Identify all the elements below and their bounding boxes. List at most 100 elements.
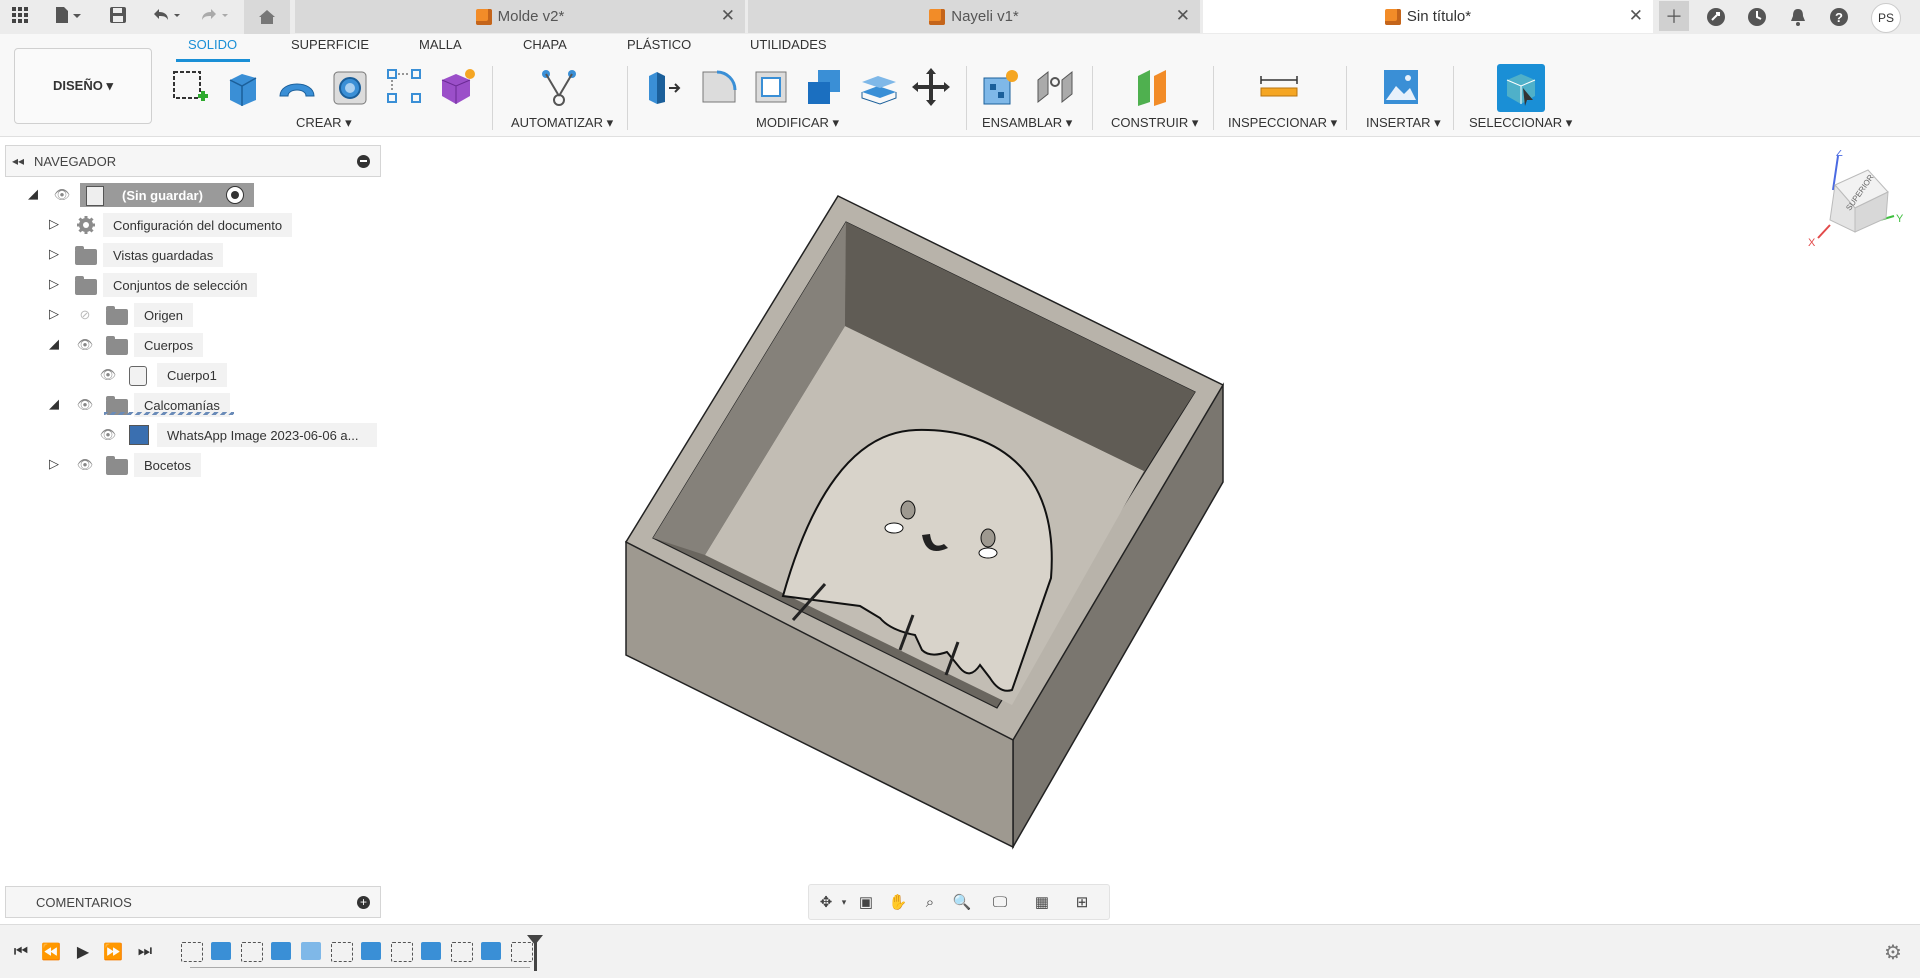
browser-header[interactable]: ◂◂ NAVEGADOR xyxy=(5,145,381,177)
group-automatizar[interactable]: AUTOMATIZAR ▾ xyxy=(511,115,613,131)
timeline-settings-gear-icon[interactable]: ⚙ xyxy=(1882,941,1904,964)
activate-radio-icon[interactable] xyxy=(226,186,244,204)
step-forward-icon[interactable]: ⏩ xyxy=(102,941,124,963)
timeline-extrude-feature[interactable] xyxy=(361,942,381,960)
document-tab-nayeli[interactable]: Nayeli v1* ✕ xyxy=(748,0,1200,33)
timeline-extrude-feature[interactable] xyxy=(211,942,231,960)
app-grid-icon[interactable] xyxy=(8,0,32,30)
look-at-icon[interactable]: ▣ xyxy=(855,892,877,912)
select-icon[interactable] xyxy=(1497,64,1545,112)
timeline-extrude-feature[interactable] xyxy=(481,942,501,960)
new-tab-plus-icon[interactable]: ＋ xyxy=(1659,1,1689,31)
group-inspeccionar[interactable]: INSPECCIONAR ▾ xyxy=(1228,115,1337,131)
tab-solido[interactable]: SOLIDO xyxy=(188,37,237,52)
combine-icon[interactable] xyxy=(804,66,846,108)
visibility-eye-icon[interactable]: 👁 xyxy=(53,187,71,202)
timeline-sketch-feature[interactable] xyxy=(391,942,413,962)
step-back-icon[interactable]: ⏪ xyxy=(40,941,62,963)
tab-superficie[interactable]: SUPERFICIE xyxy=(291,37,369,52)
offset-plane-icon[interactable] xyxy=(1132,66,1174,108)
close-icon[interactable]: ✕ xyxy=(1629,6,1643,26)
save-icon[interactable] xyxy=(106,0,130,30)
notifications-bell-icon[interactable] xyxy=(1784,3,1812,31)
fit-window-icon[interactable]: 🔍 xyxy=(951,892,973,912)
tree-item-origen[interactable]: Origen xyxy=(134,303,194,327)
tree-item-configuracion[interactable]: Configuración del documento xyxy=(103,213,293,237)
group-crear[interactable]: CREAR ▾ xyxy=(296,115,352,131)
insert-image-icon[interactable] xyxy=(1380,66,1422,108)
shell-icon[interactable] xyxy=(750,66,792,108)
timeline-extrude-feature[interactable] xyxy=(421,942,441,960)
extrude-icon[interactable] xyxy=(222,66,264,108)
go-to-start-icon[interactable]: ⏮ xyxy=(10,941,32,963)
fillet-icon[interactable] xyxy=(697,66,739,108)
document-tab-sin-titulo[interactable]: Sin título* ✕ xyxy=(1203,0,1653,33)
play-icon[interactable]: ▶ xyxy=(72,941,94,963)
expand-triangle-icon[interactable]: ▷ xyxy=(47,246,61,261)
tab-utilidades[interactable]: UTILIDADES xyxy=(750,37,827,52)
add-comment-icon[interactable]: + xyxy=(357,895,370,909)
timeline-sketch-feature[interactable] xyxy=(241,942,263,962)
collapse-triangle-icon[interactable]: ◢ xyxy=(47,336,61,351)
zoom-icon[interactable]: ⌕ xyxy=(919,892,941,912)
document-tab-molde[interactable]: Molde v2* ✕ xyxy=(295,0,745,33)
help-icon[interactable]: ? xyxy=(1825,3,1853,31)
close-icon[interactable]: ✕ xyxy=(1176,6,1190,26)
collapse-panel-icon[interactable]: ◂◂ xyxy=(12,154,24,168)
visibility-eye-icon[interactable]: 👁 xyxy=(76,337,94,352)
group-seleccionar[interactable]: SELECCIONAR ▾ xyxy=(1469,115,1572,131)
grid-settings-icon[interactable]: ▦ xyxy=(1031,892,1053,912)
offset-face-icon[interactable] xyxy=(858,66,900,108)
tree-item-vistas-guardadas[interactable]: Vistas guardadas xyxy=(103,243,224,267)
visibility-eye-icon[interactable]: 👁 xyxy=(99,427,117,442)
timeline-sketch-feature[interactable] xyxy=(511,942,533,962)
user-avatar[interactable]: PS xyxy=(1871,3,1901,33)
new-component-icon[interactable] xyxy=(980,66,1022,108)
job-status-clock-icon[interactable] xyxy=(1743,3,1771,31)
timeline-sketch-feature[interactable] xyxy=(181,942,203,962)
press-pull-icon[interactable] xyxy=(643,66,685,108)
form-create-icon[interactable] xyxy=(436,66,478,108)
group-ensamblar[interactable]: ENSAMBLAR ▾ xyxy=(982,115,1072,131)
workspace-switcher[interactable]: DISEÑO ▾ xyxy=(14,48,152,124)
undo-icon[interactable] xyxy=(146,0,186,30)
timeline-sketch-feature[interactable] xyxy=(331,942,353,962)
move-copy-icon[interactable] xyxy=(910,66,952,108)
joint-icon[interactable] xyxy=(1034,66,1076,108)
file-menu-icon[interactable] xyxy=(48,0,88,30)
model-viewport[interactable] xyxy=(560,180,1260,860)
group-modificar[interactable]: MODIFICAR ▾ xyxy=(756,115,839,131)
pattern-icon[interactable] xyxy=(384,66,426,108)
go-to-end-icon[interactable]: ⏭ xyxy=(134,941,156,963)
expand-triangle-icon[interactable]: ▷ xyxy=(47,276,61,291)
expand-triangle-icon[interactable]: ▷ xyxy=(47,306,61,321)
visibility-eye-icon[interactable]: 👁 xyxy=(76,457,94,472)
display-settings-icon[interactable]: 🖵 xyxy=(989,892,1011,912)
visibility-eye-icon[interactable]: 👁 xyxy=(76,397,94,412)
timeline-marker-head[interactable] xyxy=(527,935,543,945)
group-construir[interactable]: CONSTRUIR ▾ xyxy=(1111,115,1198,131)
hidden-eye-icon[interactable]: ⊘ xyxy=(76,307,94,322)
collapse-triangle-icon[interactable]: ◢ xyxy=(26,186,40,201)
tree-item-cuerpo1[interactable]: Cuerpo1 xyxy=(157,363,227,387)
tree-item-whatsapp-image[interactable]: WhatsApp Image 2023-06-06 a... xyxy=(157,423,377,447)
timeline-extrude-feature[interactable] xyxy=(271,942,291,960)
viewcube[interactable]: SUPERIOR Z Y X xyxy=(1800,147,1910,260)
tab-plastico[interactable]: PLÁSTICO xyxy=(627,37,691,52)
group-insertar[interactable]: INSERTAR ▾ xyxy=(1366,115,1441,131)
timeline-sketch-feature[interactable] xyxy=(451,942,473,962)
tree-item-cuerpos[interactable]: Cuerpos xyxy=(134,333,204,357)
dropdown-arrow-icon[interactable]: ▾ xyxy=(833,892,855,912)
pan-hand-icon[interactable]: ✋ xyxy=(887,892,909,912)
expand-triangle-icon[interactable]: ▷ xyxy=(47,216,61,231)
automate-icon[interactable] xyxy=(538,66,580,108)
revolve-icon[interactable] xyxy=(276,66,318,108)
redo-icon[interactable] xyxy=(196,0,236,30)
hole-icon[interactable] xyxy=(330,66,372,108)
expand-triangle-icon[interactable]: ▷ xyxy=(47,456,61,471)
home-icon[interactable] xyxy=(244,0,290,34)
timeline-decal-feature[interactable] xyxy=(301,942,321,960)
comments-panel-header[interactable]: COMENTARIOS + xyxy=(5,886,381,918)
visibility-eye-icon[interactable]: 👁 xyxy=(99,367,117,382)
create-sketch-icon[interactable] xyxy=(170,66,212,108)
